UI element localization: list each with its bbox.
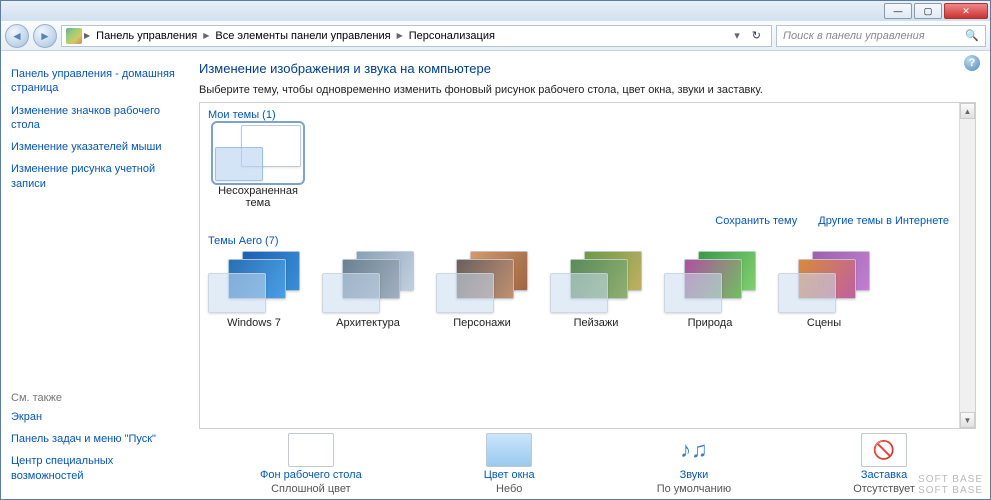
control-panel-icon xyxy=(66,28,82,44)
aero-theme-5[interactable]: Сцены xyxy=(778,251,870,329)
sidebar-link-account-picture[interactable]: Изменение рисунка учетной записи xyxy=(11,158,181,195)
theme-label: Windows 7 xyxy=(227,317,281,329)
setting-value: Отсутствует xyxy=(853,483,915,495)
search-icon[interactable]: 🔍 xyxy=(965,29,979,42)
help-icon[interactable]: ? xyxy=(964,55,980,71)
setting-value: По умолчанию xyxy=(657,483,731,495)
theme-thumbnail xyxy=(664,251,756,313)
chevron-right-icon: ▶ xyxy=(397,31,403,40)
body: Панель управления - домашняя страница Из… xyxy=(1,51,990,499)
sidebar-link-desktop-icons[interactable]: Изменение значков рабочего стола xyxy=(11,100,181,137)
setting-desktop-background[interactable]: Фон рабочего стола Сплошной цвет xyxy=(260,433,362,495)
chevron-right-icon: ▶ xyxy=(84,31,90,40)
theme-label: Пейзажи xyxy=(574,317,619,329)
navbar: ◄ ► ▶ Панель управления ▶ Все элементы п… xyxy=(1,21,990,51)
theme-thumbnail xyxy=(436,251,528,313)
forward-button[interactable]: ► xyxy=(33,24,57,48)
setting-title: Заставка xyxy=(861,469,907,481)
see-also-heading: См. также xyxy=(11,388,181,406)
search-input[interactable]: Поиск в панели управления 🔍 xyxy=(776,25,986,47)
more-themes-link[interactable]: Другие темы в Интернете xyxy=(818,215,949,227)
my-themes-heading: Мои темы (1) xyxy=(208,107,967,125)
theme-label: Архитектура xyxy=(336,317,400,329)
breadcrumb-item[interactable]: Все элементы панели управления xyxy=(211,30,394,42)
see-also-display[interactable]: Экран xyxy=(11,406,181,428)
scrollbar[interactable]: ▲ ▼ xyxy=(959,103,975,428)
themes-container: ▲ ▼ Мои темы (1) Несохраненная тема Сохр… xyxy=(199,102,976,429)
setting-sounds[interactable]: ♪♫ Звуки По умолчанию xyxy=(657,433,731,495)
my-themes-row: Несохраненная тема xyxy=(208,125,967,209)
sidebar-link-home[interactable]: Панель управления - домашняя страница xyxy=(11,63,181,100)
address-dropdown-icon[interactable]: ▾ xyxy=(730,29,744,42)
theme-label: Сцены xyxy=(807,317,841,329)
main-content: ? Изменение изображения и звука на компь… xyxy=(191,51,990,499)
aero-theme-2[interactable]: Персонажи xyxy=(436,251,528,329)
refresh-button[interactable]: ↻ xyxy=(746,29,767,42)
theme-label: Несохраненная тема xyxy=(208,185,308,209)
setting-title: Цвет окна xyxy=(484,469,535,481)
aero-theme-1[interactable]: Архитектура xyxy=(322,251,414,329)
see-also-accessibility[interactable]: Центр специальных возможностей xyxy=(11,450,181,487)
setting-title: Фон рабочего стола xyxy=(260,469,362,481)
address-bar[interactable]: ▶ Панель управления ▶ Все элементы панел… xyxy=(61,25,772,47)
theme-thumbnail xyxy=(208,251,300,313)
page-title: Изменение изображения и звука на компьют… xyxy=(199,61,976,76)
setting-title: Звуки xyxy=(680,469,709,481)
theme-label: Персонажи xyxy=(453,317,511,329)
breadcrumb-item[interactable]: Персонализация xyxy=(405,30,499,42)
scroll-up-icon[interactable]: ▲ xyxy=(960,103,975,119)
aero-theme-3[interactable]: Пейзажи xyxy=(550,251,642,329)
see-also-taskbar[interactable]: Панель задач и меню "Пуск" xyxy=(11,428,181,450)
theme-thumbnail xyxy=(322,251,414,313)
theme-thumbnail xyxy=(215,125,301,181)
screensaver-icon: 🚫 xyxy=(861,433,907,467)
titlebar: — ▢ ✕ xyxy=(1,1,990,21)
breadcrumb-item[interactable]: Панель управления xyxy=(92,30,201,42)
setting-window-color[interactable]: Цвет окна Небо xyxy=(484,433,535,495)
theme-unsaved[interactable]: Несохраненная тема xyxy=(208,125,308,209)
setting-value: Небо xyxy=(496,483,522,495)
aero-theme-0[interactable]: Windows 7 xyxy=(208,251,300,329)
theme-label: Природа xyxy=(688,317,733,329)
theme-thumbnail xyxy=(778,251,870,313)
minimize-button[interactable]: — xyxy=(884,3,912,19)
aero-themes-heading: Темы Aero (7) xyxy=(208,233,967,251)
page-description: Выберите тему, чтобы одновременно измени… xyxy=(199,84,976,96)
close-button[interactable]: ✕ xyxy=(944,3,988,19)
scroll-down-icon[interactable]: ▼ xyxy=(960,412,975,428)
aero-themes-row: Windows 7 Архитектура Персонажи Пейзажи … xyxy=(208,251,967,329)
back-button[interactable]: ◄ xyxy=(5,24,29,48)
save-theme-link[interactable]: Сохранить тему xyxy=(715,215,797,227)
settings-row: Фон рабочего стола Сплошной цвет Цвет ок… xyxy=(199,429,976,495)
theme-thumbnail xyxy=(550,251,642,313)
theme-links: Сохранить тему Другие темы в Интернете xyxy=(208,209,967,233)
window-color-icon xyxy=(486,433,532,467)
sidebar-link-pointers[interactable]: Изменение указателей мыши xyxy=(11,136,181,158)
window: — ▢ ✕ ◄ ► ▶ Панель управления ▶ Все элем… xyxy=(0,0,991,500)
setting-value: Сплошной цвет xyxy=(271,483,351,495)
setting-screensaver[interactable]: 🚫 Заставка Отсутствует xyxy=(853,433,915,495)
aero-theme-4[interactable]: Природа xyxy=(664,251,756,329)
sounds-icon: ♪♫ xyxy=(671,433,717,467)
sidebar: Панель управления - домашняя страница Из… xyxy=(1,51,191,499)
maximize-button[interactable]: ▢ xyxy=(914,3,942,19)
chevron-right-icon: ▶ xyxy=(203,31,209,40)
search-placeholder: Поиск в панели управления xyxy=(783,30,925,42)
desktop-background-icon xyxy=(288,433,334,467)
